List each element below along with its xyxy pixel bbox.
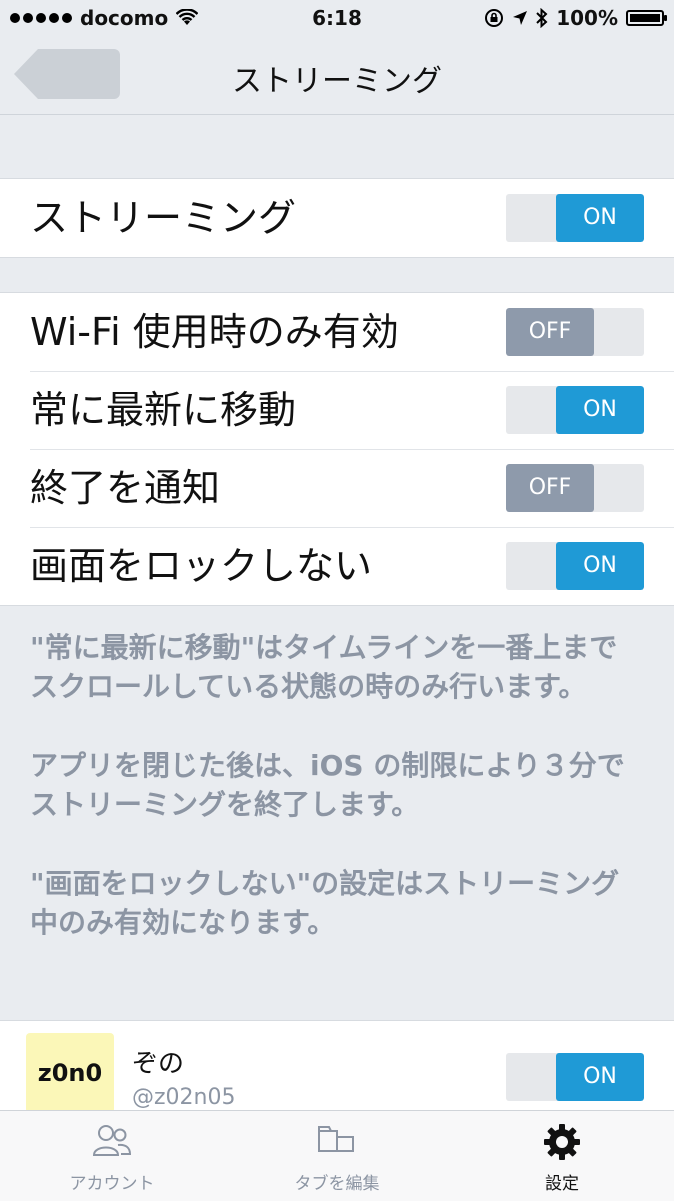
account-row: z0n0 ぞの @z02n05 ON	[0, 1020, 674, 1111]
account-streaming-toggle[interactable]: ON	[506, 1053, 644, 1101]
no-lock-toggle[interactable]: ON	[506, 542, 644, 590]
options-section: Wi-Fi 使用時のみ有効 OFF 常に最新に移動 ON 終了を通知 OFF 画…	[0, 292, 674, 606]
account-handle: @z02n05	[132, 1085, 236, 1110]
setting-label: 画面をロックしない	[30, 544, 373, 588]
tab-label: アカウント	[69, 1174, 155, 1194]
battery-percent: 100%	[556, 6, 618, 30]
tab-label: 設定	[545, 1174, 579, 1194]
footnote: アプリを閉じた後は、iOS の制限により３分でストリーミングを終了します。	[30, 749, 625, 821]
streaming-toggle[interactable]: ON	[506, 194, 644, 242]
status-right: 100%	[484, 6, 667, 30]
battery-icon	[626, 10, 667, 26]
bluetooth-icon	[536, 8, 548, 28]
toggle-state: OFF	[506, 464, 594, 512]
setting-row-always-latest: 常に最新に移動 ON	[0, 371, 674, 449]
avatar: z0n0	[26, 1033, 114, 1111]
account-name: ぞの	[132, 1049, 185, 1079]
setting-row-no-lock: 画面をロックしない ON	[0, 527, 674, 605]
status-bar: docomo 6:18 100%	[0, 0, 674, 38]
tab-settings[interactable]: 設定	[450, 1111, 674, 1201]
tab-accounts[interactable]: アカウント	[0, 1111, 224, 1201]
gear-icon	[544, 1124, 580, 1160]
tab-label: タブを編集	[294, 1174, 380, 1194]
toggle-state: ON	[556, 194, 644, 242]
notify-end-toggle[interactable]: OFF	[506, 464, 644, 512]
setting-label: 常に最新に移動	[30, 388, 297, 432]
setting-row-wifi-only: Wi-Fi 使用時のみ有効 OFF	[0, 293, 674, 371]
page-title: ストリーミング	[232, 64, 442, 99]
toggle-state: ON	[556, 1053, 644, 1101]
avatar-text: z0n0	[37, 1059, 103, 1087]
navigation-bar: ストリーミング	[0, 38, 674, 115]
tab-edit-tabs[interactable]: タブを編集	[225, 1111, 449, 1201]
footnote: "画面をロックしない"の設定はストリーミング中のみ有効になります。	[30, 867, 620, 939]
toggle-state: ON	[556, 386, 644, 434]
toggle-state: OFF	[506, 308, 594, 356]
always-latest-toggle[interactable]: ON	[506, 386, 644, 434]
wifi-only-toggle[interactable]: OFF	[506, 308, 644, 356]
footnotes: "常に最新に移動"はタイムラインを一番上までスクロールしている状態の時のみ行いま…	[30, 628, 644, 982]
setting-row-streaming: ストリーミング ON	[0, 179, 674, 257]
footnote: "常に最新に移動"はタイムラインを一番上までスクロールしている状態の時のみ行いま…	[30, 631, 618, 703]
location-icon	[513, 11, 528, 25]
accounts-icon	[92, 1125, 132, 1156]
tab-bar: アカウント タブを編集 設定	[0, 1110, 674, 1201]
toggle-state: ON	[556, 542, 644, 590]
setting-row-notify-end: 終了を通知 OFF	[0, 449, 674, 527]
edit-tabs-icon	[318, 1126, 354, 1152]
rotation-lock-icon	[485, 9, 504, 27]
setting-label: ストリーミング	[30, 196, 297, 240]
streaming-section: ストリーミング ON	[0, 178, 674, 258]
setting-label: 終了を通知	[30, 466, 221, 510]
setting-label: Wi-Fi 使用時のみ有効	[30, 310, 399, 354]
